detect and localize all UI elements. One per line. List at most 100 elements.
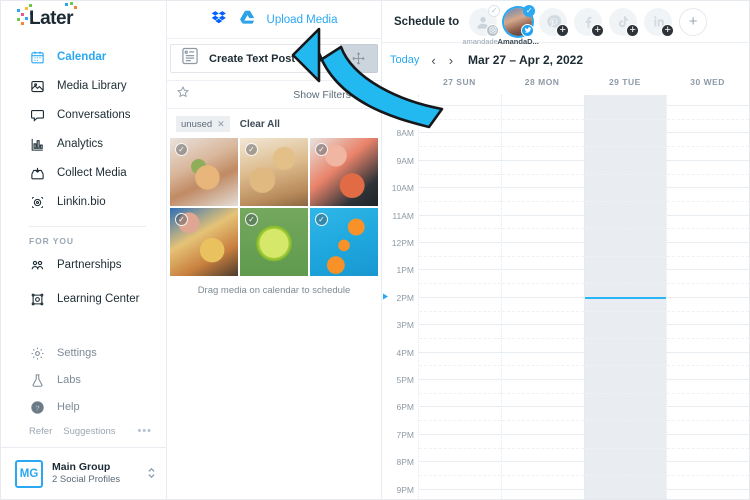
select-check-icon[interactable]: ✓ bbox=[245, 143, 258, 156]
day-header[interactable]: 30 WED bbox=[666, 77, 749, 95]
select-check-icon[interactable]: ✓ bbox=[175, 213, 188, 226]
media-item[interactable]: ✓ bbox=[170, 208, 238, 276]
more-options-icon[interactable]: ••• bbox=[137, 425, 152, 437]
day-header[interactable]: 27 SUN bbox=[418, 77, 501, 95]
prev-week-button[interactable]: ‹ bbox=[430, 53, 436, 68]
hour-gridline bbox=[419, 351, 501, 353]
day-header[interactable]: 29 TUE bbox=[584, 77, 667, 95]
suggestions-link[interactable]: Suggestions bbox=[63, 426, 115, 437]
time-label: 10AM bbox=[391, 183, 414, 194]
select-check-icon[interactable]: ✓ bbox=[315, 213, 328, 226]
hour-gridline bbox=[419, 379, 501, 380]
half-hour-gridline bbox=[667, 255, 749, 257]
close-icon[interactable]: ✕ bbox=[217, 119, 225, 130]
hour-gridline bbox=[584, 461, 667, 463]
half-hour-gridline bbox=[667, 337, 749, 339]
profile-facebook[interactable]: + bbox=[574, 7, 605, 37]
drag-handle[interactable] bbox=[340, 44, 378, 73]
day-column-27-sun[interactable] bbox=[418, 95, 501, 499]
half-hour-gridline bbox=[501, 118, 584, 120]
sidebar-item-media-library[interactable]: Media Library bbox=[1, 72, 166, 101]
media-item[interactable]: ✓ bbox=[170, 138, 238, 206]
create-text-post-label: Create Text Post bbox=[209, 52, 295, 65]
sidebar-item-linkinbio[interactable]: Linkin.bio bbox=[1, 188, 166, 217]
half-hour-gridline bbox=[419, 420, 501, 422]
selected-check-icon[interactable]: ✓ bbox=[488, 4, 501, 17]
profile-instagram[interactable]: ✓ amandade... bbox=[462, 4, 504, 46]
add-account-plus-icon[interactable]: + bbox=[626, 23, 640, 37]
hour-gridline bbox=[419, 214, 501, 216]
hour-gridline bbox=[584, 159, 667, 161]
add-profile-button[interactable]: + bbox=[679, 7, 708, 36]
sidebar-item-partnerships[interactable]: Partnerships bbox=[1, 251, 166, 280]
time-label: 9PM bbox=[396, 484, 414, 495]
gear-icon bbox=[29, 345, 46, 362]
half-hour-gridline bbox=[501, 447, 584, 449]
profile-tiktok[interactable]: + bbox=[609, 7, 640, 37]
day-header[interactable]: 28 MON bbox=[501, 77, 584, 95]
half-hour-gridline bbox=[419, 118, 501, 120]
schedule-to-row: Schedule to ✓ amandade... ✓ AmandaD... +… bbox=[382, 1, 749, 46]
media-item[interactable]: ✓ bbox=[240, 208, 308, 276]
half-hour-gridline bbox=[584, 173, 667, 175]
next-week-button[interactable]: › bbox=[448, 53, 454, 68]
sidebar-item-analytics[interactable]: Analytics bbox=[1, 130, 166, 159]
hour-gridline bbox=[419, 406, 501, 408]
selected-check-icon[interactable]: ✓ bbox=[523, 4, 536, 17]
clear-all-button[interactable]: Clear All bbox=[240, 119, 280, 130]
hour-gridline bbox=[667, 324, 749, 326]
sidebar-item-calendar[interactable]: Calendar bbox=[1, 43, 166, 72]
select-check-icon[interactable]: ✓ bbox=[175, 143, 188, 156]
profile-linkedin[interactable]: + bbox=[644, 7, 675, 37]
dropbox-icon[interactable] bbox=[211, 9, 228, 31]
app-logo[interactable]: Later bbox=[1, 1, 166, 39]
media-item[interactable]: ✓ bbox=[310, 208, 378, 276]
half-hour-gridline bbox=[584, 200, 667, 202]
sidebar-item-collect-media[interactable]: Collect Media bbox=[1, 159, 166, 188]
sidebar-item-label: Media Library bbox=[57, 80, 127, 93]
group-switcher[interactable]: MG Main Group 2 Social Profiles bbox=[1, 447, 166, 499]
favorite-star-icon[interactable] bbox=[176, 85, 190, 104]
later-app-window: Later Calendar Media Library Conversatio… bbox=[0, 0, 750, 500]
half-hour-gridline bbox=[419, 146, 501, 148]
hour-gridline bbox=[667, 351, 749, 353]
hour-gridline bbox=[667, 105, 749, 106]
group-avatar: MG bbox=[15, 459, 43, 488]
sidebar-item-settings[interactable]: Settings bbox=[1, 340, 166, 367]
show-filters-button[interactable]: Show Filters bbox=[293, 85, 372, 104]
media-item[interactable]: ✓ bbox=[310, 138, 378, 206]
day-column-30-wed[interactable] bbox=[666, 95, 749, 499]
left-sidebar: Later Calendar Media Library Conversatio… bbox=[1, 1, 167, 499]
profile-pinterest[interactable]: + bbox=[539, 7, 570, 37]
hour-gridline bbox=[419, 296, 501, 298]
select-check-icon[interactable]: ✓ bbox=[315, 143, 328, 156]
day-column-28-mon[interactable] bbox=[500, 95, 584, 499]
hour-gridline bbox=[419, 461, 501, 463]
add-account-plus-icon[interactable]: + bbox=[661, 23, 675, 37]
sidebar-item-labs[interactable]: Labs bbox=[1, 367, 166, 394]
current-time-line bbox=[584, 296, 667, 299]
add-account-plus-icon[interactable]: + bbox=[556, 23, 570, 37]
day-column-29-tue-today[interactable] bbox=[583, 95, 667, 499]
hour-gridline bbox=[584, 433, 667, 435]
profile-twitter[interactable]: ✓ AmandaD... bbox=[498, 4, 539, 46]
select-check-icon[interactable]: ✓ bbox=[245, 213, 258, 226]
today-button[interactable]: Today bbox=[386, 54, 419, 66]
sidebar-item-conversations[interactable]: Conversations bbox=[1, 101, 166, 130]
half-hour-gridline bbox=[419, 255, 501, 257]
hour-gridline bbox=[501, 159, 584, 161]
media-item[interactable]: ✓ bbox=[240, 138, 308, 206]
upload-media-link[interactable]: Upload Media bbox=[267, 14, 338, 26]
create-text-post-button[interactable]: Create Text Post bbox=[170, 44, 340, 73]
chevron-updown-icon[interactable] bbox=[147, 466, 156, 481]
refer-link[interactable]: Refer bbox=[29, 426, 52, 437]
flask-icon bbox=[29, 372, 46, 389]
google-drive-icon[interactable] bbox=[239, 9, 256, 31]
half-hour-gridline bbox=[584, 337, 667, 339]
sidebar-item-learning-center[interactable]: Learning Center bbox=[1, 280, 166, 319]
half-hour-gridline bbox=[501, 255, 584, 257]
add-account-plus-icon[interactable]: + bbox=[591, 23, 605, 37]
sidebar-item-help[interactable]: ? Help bbox=[1, 394, 166, 421]
filter-chip-unused[interactable]: unused ✕ bbox=[176, 116, 230, 132]
sidebar-mini-links: Refer Suggestions ••• bbox=[1, 421, 166, 447]
